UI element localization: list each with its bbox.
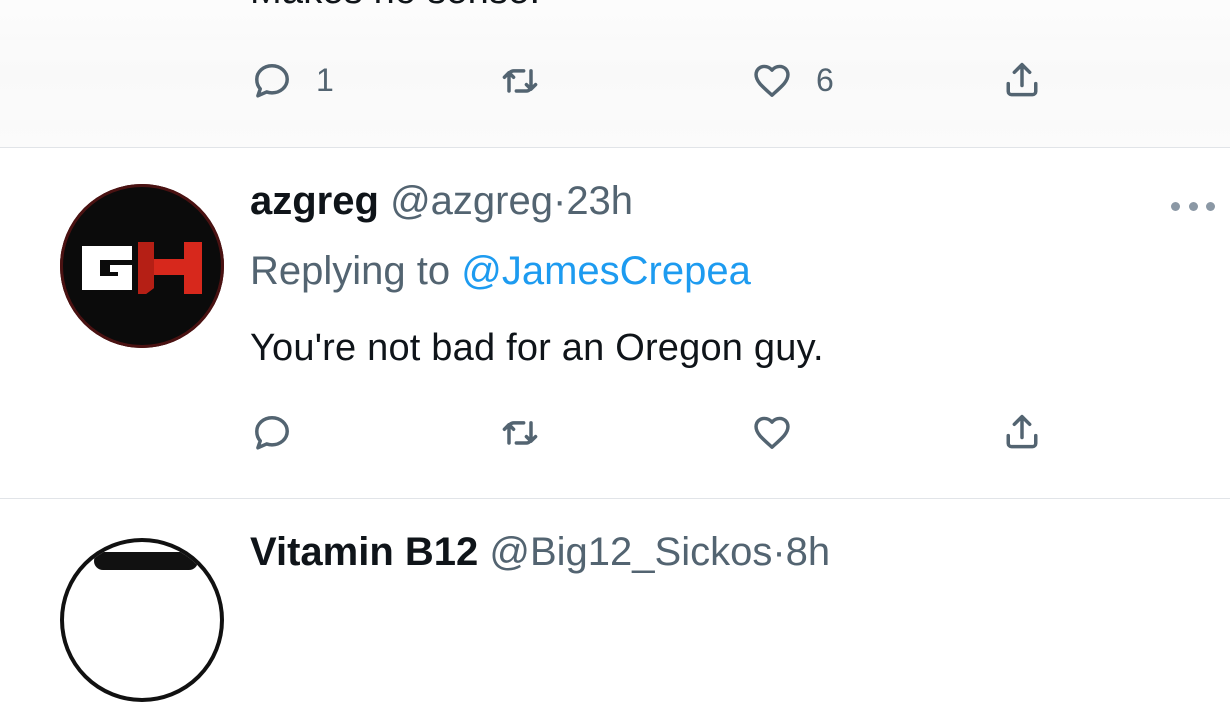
replying-prefix: Replying to [250,249,451,293]
separator-dot: · [772,530,786,574]
avatar-graphic [94,552,198,570]
avatar[interactable] [60,184,224,348]
tweet-actions: 1 6 [250,55,1050,105]
like-button[interactable]: 6 [750,55,834,105]
separator-dot: · [552,179,567,223]
user-handle[interactable]: @azgreg [390,179,553,223]
share-button[interactable] [1000,407,1044,457]
display-name[interactable]: azgreg [250,179,379,223]
user-handle[interactable]: @Big12_Sickos [489,530,772,574]
display-name[interactable]: Vitamin B12 [250,530,478,574]
reply-icon [255,63,289,98]
next-tweet[interactable]: Vitamin B12 @Big12_Sickos·8h [0,500,1230,702]
tweet-header: azgreg @azgreg·23h [250,179,633,224]
heart-icon [754,64,790,97]
more-options-button[interactable] [1171,195,1215,217]
tweet-text: Makes no sense. [250,0,540,13]
timestamp[interactable]: 8h [786,530,831,574]
like-button[interactable] [750,407,816,457]
heart-icon [754,416,790,449]
share-icon [1006,62,1038,97]
tweet-actions [250,407,1050,457]
like-count: 6 [816,61,834,98]
retweet-button[interactable] [498,407,564,457]
retweet-icon [502,69,538,93]
timestamp[interactable]: 23h [566,179,633,223]
reply-count: 1 [316,61,334,98]
more-options-icon [1171,201,1180,211]
replying-to-mention[interactable]: @JamesCrepea [461,249,751,293]
reply-button[interactable]: 1 [250,55,334,105]
previous-tweet[interactable]: Makes no sense. 1 6 [0,0,1230,148]
share-button[interactable] [1000,55,1044,105]
reply-icon [255,415,289,450]
retweet-icon [502,421,538,445]
share-icon [1006,414,1038,449]
tweet-text: You're not bad for an Oregon guy. [250,327,824,369]
retweet-button[interactable] [498,55,564,105]
avatar-ring [60,184,224,348]
avatar[interactable] [60,538,224,702]
reply-button[interactable] [250,407,316,457]
replying-to-line: Replying to @JamesCrepea [250,249,751,294]
tweet[interactable]: azgreg @azgreg·23h Replying to @JamesCre… [0,149,1230,499]
